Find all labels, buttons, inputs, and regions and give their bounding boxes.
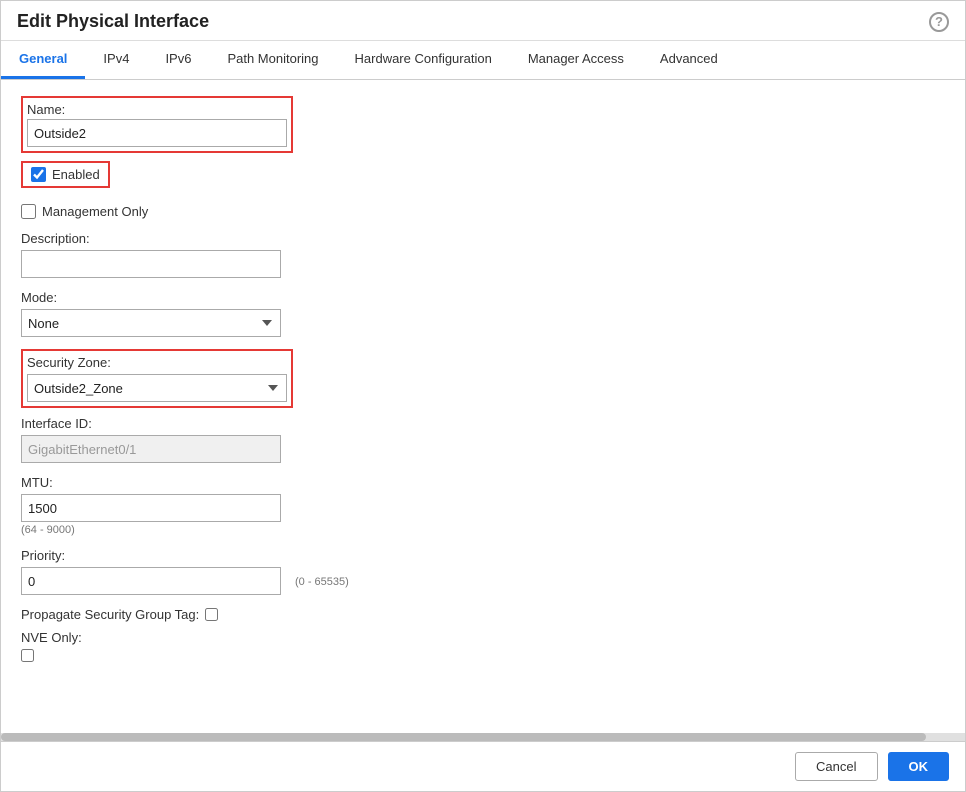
dialog-header: Edit Physical Interface ? [1,1,965,41]
security-zone-select[interactable]: Outside2_Zone Inside_Zone DMZ_Zone [27,374,287,402]
scrollbar-thumb[interactable] [1,733,926,741]
edit-physical-interface-dialog: Edit Physical Interface ? General IPv4 I… [0,0,966,792]
tab-general[interactable]: General [1,41,85,79]
cancel-button[interactable]: Cancel [795,752,877,781]
help-icon[interactable]: ? [929,12,949,32]
management-only-text: Management Only [42,204,148,219]
tab-hardware-configuration[interactable]: Hardware Configuration [337,41,510,79]
mtu-label: MTU: [21,475,945,490]
nve-only-label: NVE Only: [21,630,945,645]
scrollbar-area[interactable] [1,733,965,741]
name-input[interactable] [27,119,287,147]
tab-manager-access[interactable]: Manager Access [510,41,642,79]
mode-group: Mode: None Inline Passive Erspan [21,290,945,337]
propagate-label: Propagate Security Group Tag: [21,607,199,622]
tab-path-monitoring[interactable]: Path Monitoring [209,41,336,79]
enabled-text: Enabled [52,167,100,182]
name-label: Name: [27,102,287,117]
priority-label: Priority: [21,548,945,563]
management-only-label[interactable]: Management Only [21,204,945,219]
description-label: Description: [21,231,945,246]
management-only-group: Management Only [21,204,945,219]
nve-only-group: NVE Only: [21,630,945,665]
tab-bar: General IPv4 IPv6 Path Monitoring Hardwa… [1,41,965,80]
priority-input[interactable] [21,567,281,595]
mtu-hint: (64 - 9000) [21,524,945,536]
nve-only-checkbox[interactable] [21,649,34,662]
tab-ipv6[interactable]: IPv6 [147,41,209,79]
name-field-group: Name: [21,96,293,153]
description-group: Description: [21,231,945,278]
priority-hint: (0 - 65535) [295,576,349,588]
security-zone-group: Security Zone: Outside2_Zone Inside_Zone… [21,349,293,408]
ok-button[interactable]: OK [888,752,950,781]
propagate-group: Propagate Security Group Tag: [21,607,945,622]
tab-advanced[interactable]: Advanced [642,41,736,79]
interface-id-group: Interface ID: GigabitEthernet0/1 [21,416,945,463]
enabled-checkbox-group: Enabled [21,161,110,188]
interface-id-value: GigabitEthernet0/1 [21,435,281,463]
priority-row: (0 - 65535) [21,567,945,595]
description-input[interactable] [21,250,281,278]
interface-id-label: Interface ID: [21,416,945,431]
security-zone-label: Security Zone: [27,355,287,370]
mode-select[interactable]: None Inline Passive Erspan [21,309,281,337]
mode-label: Mode: [21,290,945,305]
form-content: Name: Enabled Management Only Descriptio… [1,80,965,733]
mtu-group: MTU: (64 - 9000) [21,475,945,536]
dialog-title: Edit Physical Interface [17,11,209,32]
enabled-checkbox[interactable] [31,167,46,182]
dialog-footer: Cancel OK [1,741,965,791]
enabled-label[interactable]: Enabled [31,167,100,182]
tab-ipv4[interactable]: IPv4 [85,41,147,79]
mtu-input[interactable] [21,494,281,522]
priority-group: Priority: (0 - 65535) [21,548,945,595]
propagate-checkbox[interactable] [205,608,218,621]
management-only-checkbox[interactable] [21,204,36,219]
